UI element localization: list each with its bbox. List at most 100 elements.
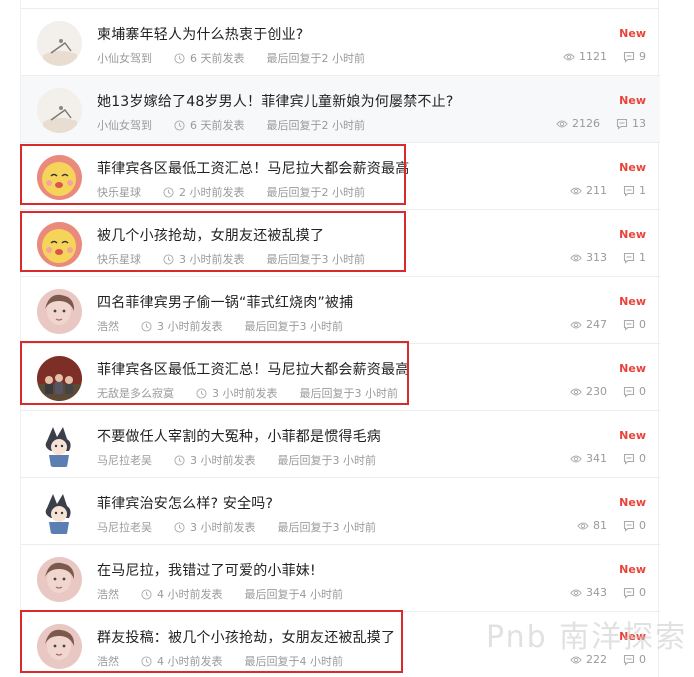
comment-icon [623,520,635,532]
avatar[interactable] [37,490,82,535]
thread-title[interactable]: 菲律宾各区最低工资汇总！马尼拉大都会薪资最高 [97,158,409,178]
thread-meta: 无敌是多么寂寞 3 小时前发表 最后回复于3 小时前 [97,385,398,401]
eye-icon [570,321,582,328]
thread-meta: 小仙女驾到 6 天前发表 最后回复于2 小时前 [97,50,365,66]
author-name[interactable]: 无敌是多么寂寞 [97,385,174,401]
last-reply-time: 最后回复于2 小时前 [266,119,366,132]
view-count: 247 [570,318,607,331]
new-badge: New [619,496,646,509]
view-count-value: 211 [586,184,607,197]
view-count: 313 [570,251,607,264]
last-reply-time: 最后回复于2 小时前 [266,52,366,65]
eye-icon [570,187,582,194]
thread-row[interactable]: 四名菲律宾男子偷一锅“菲式红烧肉”被捕 浩然 3 小时前发表 最后回复于3 小时前 Ne… [21,277,660,344]
thread-row[interactable]: 菲律宾治安怎么样? 安全吗? 马尼拉老吴 3 小时前发表 最后回复于3 小时前 New 8… [21,478,660,545]
view-count-value: 341 [586,452,607,465]
thread-row[interactable]: 被几个小孩抢劫，女朋友还被乱摸了 快乐星球 3 小时前发表 最后回复于3 小时前 New… [21,210,660,277]
reply-count: 9 [623,50,646,63]
eye-icon [570,589,582,596]
reply-count-value: 0 [639,586,646,599]
thread-title[interactable]: 群友投稿：被几个小孩抢劫，女朋友还被乱摸了 [97,627,395,647]
view-count: 343 [570,586,607,599]
posted-time: 3 小时前发表 [212,387,278,400]
clock-icon [174,454,185,466]
reply-count-value: 9 [639,50,646,63]
avatar[interactable] [37,356,82,401]
avatar[interactable] [37,423,82,468]
clock-icon [141,320,152,332]
thread-meta: 马尼拉老吴 3 小时前发表 最后回复于3 小时前 [97,452,376,468]
avatar[interactable] [37,289,82,334]
view-count: 1121 [563,50,607,63]
eye-icon [570,388,582,395]
thread-row[interactable]: 在马尼拉，我错过了可爱的小菲妹! 浩然 4 小时前发表 最后回复于4 小时前 New 34… [21,545,660,612]
clock-icon [196,387,207,399]
last-reply-time: 最后回复于4 小时前 [244,655,344,668]
thread-row[interactable]: 菲律宾各区最低工资汇总！马尼拉大都会薪资最高 无敌是多么寂寞 3 小时前发表 最后回复… [21,344,660,411]
clock-icon [163,253,174,265]
thread-meta: 马尼拉老吴 3 小时前发表 最后回复于3 小时前 [97,519,376,535]
author-name[interactable]: 小仙女驾到 [97,117,152,133]
thread-title[interactable]: 菲律宾治安怎么样? 安全吗? [97,493,273,513]
thread-stats: 247 0 [570,318,646,331]
clock-icon [163,186,174,198]
thread-stats: 2126 13 [556,117,646,130]
last-reply-time: 最后回复于4 小时前 [244,588,344,601]
clock-icon [141,655,152,667]
author-name[interactable]: 浩然 [97,586,119,602]
author-name[interactable]: 快乐星球 [97,251,141,267]
new-badge: New [619,429,646,442]
posted-time: 4 小时前发表 [157,655,223,668]
view-count-value: 1121 [579,50,607,63]
posted-time: 4 小时前发表 [157,588,223,601]
posted-time: 3 小时前发表 [190,521,256,534]
view-count-value: 247 [586,318,607,331]
avatar[interactable] [37,155,82,200]
last-reply-time: 最后回复于3 小时前 [277,454,377,467]
eye-icon [563,53,575,60]
comment-icon [623,386,635,398]
new-badge: New [619,161,646,174]
avatar[interactable] [37,222,82,267]
posted-time: 3 小时前发表 [157,320,223,333]
thread-row[interactable]: 她13岁嫁给了48岁男人！菲律宾儿童新娘为何屡禁不止? 小仙女驾到 6 天前发表 最后… [21,76,660,143]
avatar[interactable] [37,21,82,66]
comment-icon [623,453,635,465]
avatar[interactable] [37,88,82,133]
thread-title[interactable]: 四名菲律宾男子偷一锅“菲式红烧肉”被捕 [97,292,353,312]
author-name[interactable]: 马尼拉老吴 [97,452,152,468]
posted-time: 6 天前发表 [190,52,245,65]
thread-meta: 快乐星球 3 小时前发表 最后回复于3 小时前 [97,251,365,267]
comment-icon [623,51,635,63]
avatar[interactable] [37,557,82,602]
comment-icon [623,319,635,331]
view-count-value: 343 [586,586,607,599]
comment-icon [616,118,628,130]
reply-count-value: 1 [639,251,646,264]
thread-title[interactable]: 被几个小孩抢劫，女朋友还被乱摸了 [97,225,324,245]
last-reply-time: 最后回复于3 小时前 [277,521,377,534]
author-name[interactable]: 马尼拉老吴 [97,519,152,535]
thread-row[interactable]: 柬埔寨年轻人为什么热衷于创业? 小仙女驾到 6 天前发表 最后回复于2 小时前 New 1… [21,9,660,76]
author-name[interactable]: 小仙女驾到 [97,50,152,66]
watermark: Pnb 南洋探索 [486,620,688,655]
comment-icon [623,185,635,197]
thread-title[interactable]: 在马尼拉，我错过了可爱的小菲妹! [97,560,316,580]
thread-stats: 211 1 [570,184,646,197]
thread-title[interactable]: 不要做任人宰割的大冤种，小菲都是惯得毛病 [97,426,381,446]
thread-title[interactable]: 菲律宾各区最低工资汇总！马尼拉大都会薪资最高 [97,359,409,379]
author-name[interactable]: 浩然 [97,653,119,669]
thread-title[interactable]: 柬埔寨年轻人为什么热衷于创业? [97,24,303,44]
author-name[interactable]: 快乐星球 [97,184,141,200]
thread-row[interactable]: 菲律宾各区最低工资汇总！马尼拉大都会薪资最高 快乐星球 2 小时前发表 最后回复于2 … [21,143,660,210]
last-reply-time: 最后回复于3 小时前 [266,253,366,266]
reply-count-value: 0 [639,452,646,465]
thread-stats: 81 0 [577,519,646,532]
thread-row[interactable]: 不要做任人宰割的大冤种，小菲都是惯得毛病马尼拉老吴 3 小时前发表 最后回复于3 小… [21,411,660,478]
avatar[interactable] [37,624,82,669]
thread-meta: 浩然 3 小时前发表 最后回复于3 小时前 [97,318,343,334]
thread-title[interactable]: 她13岁嫁给了48岁男人！菲律宾儿童新娘为何屡禁不止? [97,91,453,111]
posted-time: 3 小时前发表 [190,454,256,467]
new-badge: New [619,27,646,40]
author-name[interactable]: 浩然 [97,318,119,334]
